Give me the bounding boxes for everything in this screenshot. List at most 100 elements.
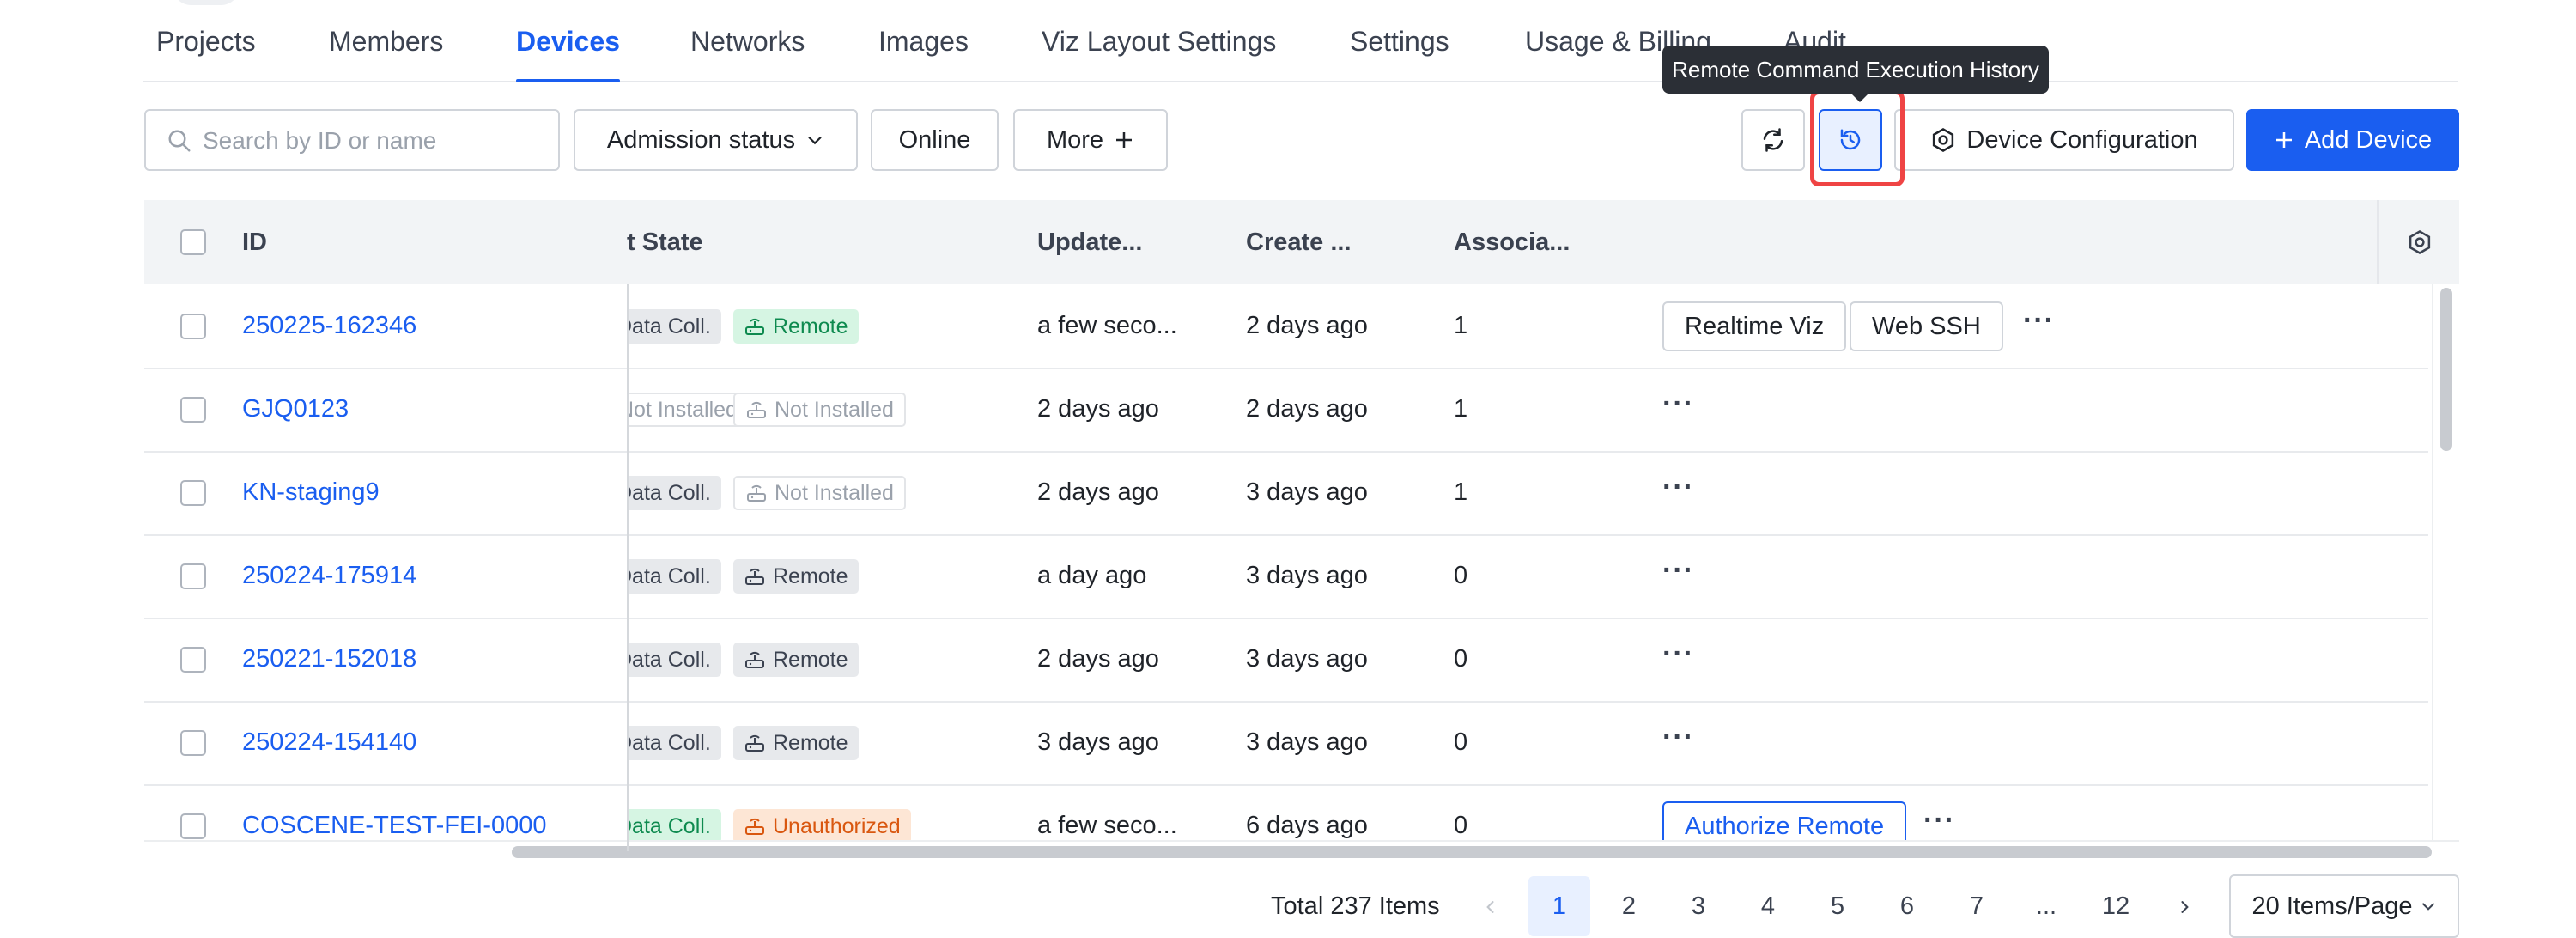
column-settings-button[interactable]	[2377, 200, 2459, 284]
collection-status-badge: Data Coll.	[627, 643, 721, 677]
table-row[interactable]: 250224-175914 Data Coll. Remote a day ago 3 …	[144, 534, 2428, 619]
vertical-scrollbar-thumb[interactable]	[2440, 288, 2452, 451]
router-icon	[745, 651, 764, 668]
total-items: Total 237 Items	[1271, 892, 1440, 920]
column-header-id[interactable]: ID	[242, 200, 267, 284]
page-button-7[interactable]: 7	[1946, 876, 2008, 936]
state-cell: Data Coll. Remote	[627, 618, 1030, 701]
device-id-link[interactable]: 250224-154140	[242, 701, 416, 784]
page-button-3[interactable]: 3	[1668, 876, 1729, 936]
table-row[interactable]: 250221-152018 Data Coll. Remote 2 days ago 3…	[144, 618, 2428, 703]
remote-status-badge: Remote	[733, 309, 859, 344]
web-ssh-button[interactable]: Web SSH	[1850, 302, 2003, 351]
updated-cell: a day ago	[1037, 562, 1147, 589]
admission-status-dropdown[interactable]: Admission status	[574, 109, 858, 171]
command-history-button[interactable]	[1819, 109, 1882, 171]
page-button-12[interactable]: 12	[2085, 876, 2147, 936]
created-cell: 2 days ago	[1246, 395, 1368, 423]
remote-status-label: Remote	[773, 564, 848, 588]
router-icon	[745, 734, 764, 752]
row-checkbox[interactable]	[180, 730, 206, 756]
horizontal-scrollbar[interactable]	[144, 840, 2459, 859]
vertical-scrollbar[interactable]	[2432, 284, 2459, 840]
add-device-button[interactable]: Add Device	[2246, 109, 2459, 171]
device-configuration-label: Device Configuration	[1966, 125, 2198, 154]
router-icon	[747, 484, 766, 502]
search-input[interactable]	[201, 111, 548, 171]
select-all-checkbox[interactable]	[180, 229, 206, 255]
row-checkbox[interactable]	[180, 397, 206, 423]
more-actions-button[interactable]: ···	[1662, 451, 1694, 534]
row-checkbox[interactable]	[180, 314, 206, 339]
more-actions-button[interactable]: ···	[2023, 284, 2055, 368]
plus-icon	[1116, 132, 1133, 148]
device-id-link[interactable]: 250224-175914	[242, 534, 416, 618]
remote-status-badge: Remote	[733, 643, 859, 677]
more-actions-button[interactable]: ···	[1662, 534, 1694, 618]
tab-images[interactable]: Images	[878, 0, 969, 81]
tooltip-remote-command-history: Remote Command Execution History	[1662, 46, 2049, 102]
created-cell: 3 days ago	[1246, 645, 1368, 673]
page-button-5[interactable]: 5	[1807, 876, 1868, 936]
tab-bar: Projects Members Devices Networks Images…	[143, 0, 2458, 82]
associated-cell: 1	[1454, 312, 1468, 339]
created-cell: 3 days ago	[1246, 562, 1368, 589]
more-actions-button[interactable]: ···	[1662, 368, 1694, 451]
tab-projects[interactable]: Projects	[156, 0, 256, 81]
chevron-right-icon	[2181, 901, 2189, 914]
more-filters-label: More	[1046, 125, 1104, 154]
tab-settings[interactable]: Settings	[1350, 0, 1449, 81]
page-size-select[interactable]: 20 Items/Page	[2229, 874, 2459, 938]
column-header-created[interactable]: Create ...	[1246, 200, 1352, 284]
more-actions-button[interactable]: ···	[1662, 701, 1694, 784]
page-button-6[interactable]: 6	[1876, 876, 1938, 936]
more-actions-button[interactable]: ···	[1662, 618, 1694, 701]
pagination-ellipsis[interactable]: ...	[2015, 876, 2077, 936]
router-icon	[745, 818, 764, 835]
table-row[interactable]: GJQ0123 Not Installed Not Installed 2 days …	[144, 368, 2428, 453]
created-cell: 3 days ago	[1246, 728, 1368, 756]
search-box[interactable]	[144, 109, 560, 171]
column-header-state[interactable]: t State	[627, 200, 703, 284]
row-checkbox[interactable]	[180, 813, 206, 839]
page-button-1[interactable]: 1	[1528, 876, 1590, 936]
table-row[interactable]: 250225-162346 Data Coll. Remote a few seco.…	[144, 284, 2428, 369]
tab-devices[interactable]: Devices	[516, 0, 620, 82]
associated-cell: 1	[1454, 478, 1468, 506]
collection-status-badge: Not Installed	[627, 393, 750, 427]
remote-status-label: Remote	[773, 314, 848, 338]
realtime-viz-button[interactable]: Realtime Viz	[1662, 302, 1847, 351]
table-row[interactable]: KN-staging9 Data Coll. Not Installed 2 days…	[144, 451, 2428, 536]
frozen-column-divider	[627, 284, 629, 851]
horizontal-scrollbar-thumb[interactable]	[512, 846, 2432, 858]
table-header: ID t State Update... Create ... Associa.…	[144, 200, 2459, 284]
prev-page-button[interactable]	[1460, 876, 1522, 936]
device-id-link[interactable]: 250221-152018	[242, 618, 416, 701]
device-configuration-button[interactable]: Device Configuration	[1894, 109, 2234, 171]
table-row[interactable]: 250224-154140 Data Coll. Remote 3 days ago 3…	[144, 701, 2428, 786]
page-button-4[interactable]: 4	[1737, 876, 1799, 936]
gear-icon	[1933, 128, 1954, 152]
device-id-link[interactable]: 250225-162346	[242, 284, 416, 368]
collection-status-badge: Data Coll.	[627, 726, 721, 760]
tab-viz-layout-settings[interactable]: Viz Layout Settings	[1042, 0, 1276, 81]
column-header-updated[interactable]: Update...	[1037, 200, 1142, 284]
associated-cell: 0	[1454, 728, 1468, 756]
remote-status-label: Not Installed	[775, 398, 894, 422]
updated-cell: 3 days ago	[1037, 728, 1159, 756]
refresh-button[interactable]	[1741, 109, 1805, 171]
online-filter-button[interactable]: Online	[871, 109, 999, 171]
more-filters-button[interactable]: More	[1013, 109, 1168, 171]
device-id-link[interactable]: KN-staging9	[242, 451, 380, 534]
row-checkbox[interactable]	[180, 480, 206, 506]
row-checkbox[interactable]	[180, 647, 206, 673]
associated-cell: 0	[1454, 562, 1468, 589]
next-page-button[interactable]	[2154, 876, 2215, 936]
row-checkbox[interactable]	[180, 563, 206, 589]
column-header-associated[interactable]: Associa...	[1454, 200, 1570, 284]
page-button-2[interactable]: 2	[1598, 876, 1660, 936]
refresh-icon	[1763, 128, 1783, 152]
tab-networks[interactable]: Networks	[690, 0, 805, 81]
tab-members[interactable]: Members	[329, 0, 443, 81]
device-id-link[interactable]: GJQ0123	[242, 368, 349, 451]
